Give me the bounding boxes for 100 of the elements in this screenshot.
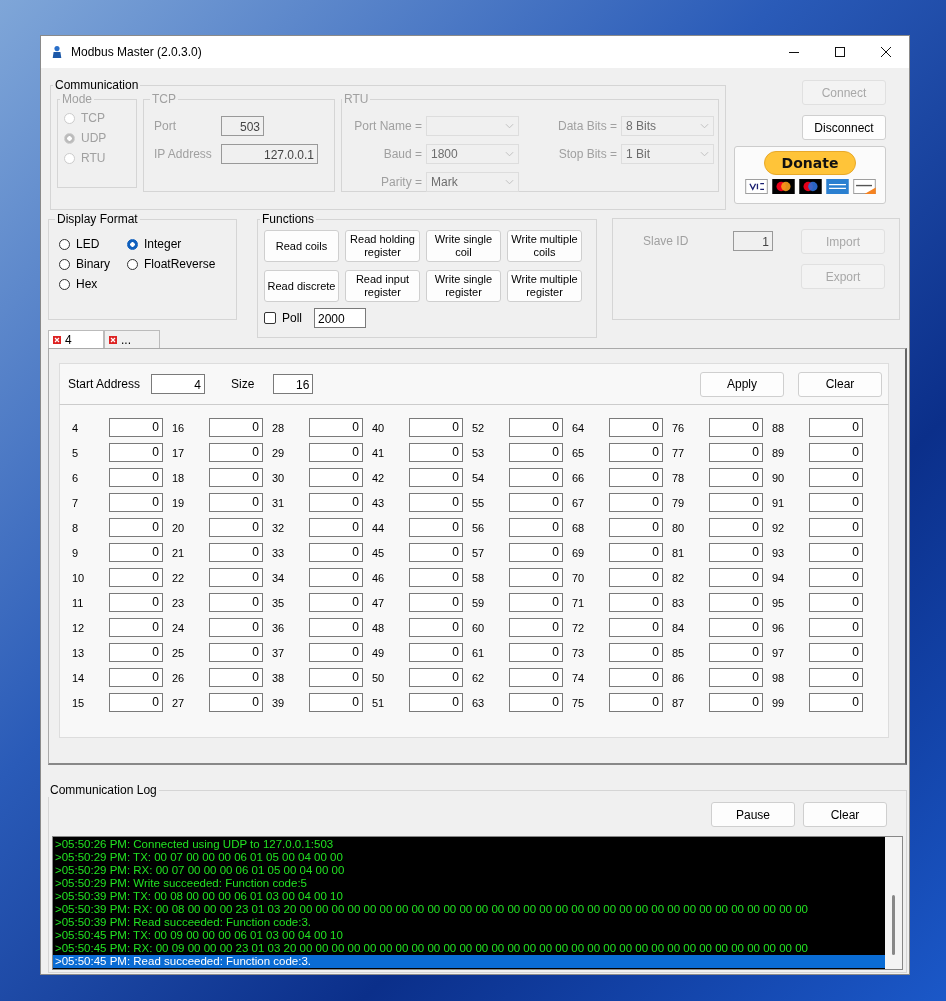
function-button[interactable]: Write multiple coils <box>507 230 582 262</box>
radio-button[interactable]: Integer <box>127 234 226 254</box>
tab[interactable]: ... <box>104 330 160 348</box>
register-value-field[interactable]: 0 <box>709 543 763 562</box>
register-value-field[interactable]: 0 <box>509 643 563 662</box>
log-entry[interactable]: >05:50:45 PM: Read succeeded: Function code:3. <box>53 955 885 968</box>
register-value-field[interactable]: 0 <box>609 418 663 437</box>
register-value-field[interactable]: 0 <box>809 618 863 637</box>
register-value-field[interactable]: 0 <box>409 543 463 562</box>
register-value-field[interactable]: 0 <box>309 668 363 687</box>
log-button[interactable]: Pause <box>711 802 795 827</box>
register-value-field[interactable]: 0 <box>509 618 563 637</box>
register-value-field[interactable]: 0 <box>109 693 163 712</box>
register-value-field[interactable]: 0 <box>609 693 663 712</box>
register-value-field[interactable]: 0 <box>209 518 263 537</box>
register-value-field[interactable]: 0 <box>409 668 463 687</box>
register-value-field[interactable]: 0 <box>409 468 463 487</box>
radio-button[interactable]: Binary <box>59 254 127 274</box>
register-value-field[interactable]: 0 <box>409 518 463 537</box>
register-value-field[interactable]: 0 <box>309 418 363 437</box>
register-value-field[interactable]: 0 <box>809 468 863 487</box>
register-value-field[interactable]: 0 <box>509 468 563 487</box>
register-value-field[interactable]: 0 <box>709 593 763 612</box>
function-button[interactable]: Read input register <box>345 270 420 302</box>
register-value-field[interactable]: 0 <box>209 693 263 712</box>
register-value-field[interactable]: 0 <box>409 618 463 637</box>
register-value-field[interactable]: 0 <box>209 643 263 662</box>
function-button[interactable]: Write multiple register <box>507 270 582 302</box>
tab[interactable]: 4 <box>48 330 104 348</box>
register-value-field[interactable]: 0 <box>809 693 863 712</box>
register-value-field[interactable]: 0 <box>809 568 863 587</box>
register-value-field[interactable]: 0 <box>509 443 563 462</box>
function-button[interactable]: Write single coil <box>426 230 501 262</box>
register-value-field[interactable]: 0 <box>709 668 763 687</box>
register-value-field[interactable]: 0 <box>609 668 663 687</box>
register-value-field[interactable]: 0 <box>609 643 663 662</box>
register-value-field[interactable]: 0 <box>309 568 363 587</box>
log-entry[interactable]: >05:50:29 PM: Write succeeded: Function code:5 <box>53 877 885 890</box>
function-button[interactable]: Write single register <box>426 270 501 302</box>
checkbox[interactable] <box>264 312 276 324</box>
log-entry[interactable]: >05:50:45 PM: RX: 00 09 00 00 00 23 01 03 20 00 00 00 00 00 00 00 00 00 00 00 00 00 00 00 00 00 00 00 00 00 00 00 00 00 00 00 00 00 00 00 00 <box>53 942 885 955</box>
scrollbar[interactable] <box>885 837 902 969</box>
register-value-field[interactable]: 0 <box>809 593 863 612</box>
register-value-field[interactable]: 0 <box>109 568 163 587</box>
register-value-field[interactable]: 0 <box>709 568 763 587</box>
radio-button[interactable]: LED <box>59 234 127 254</box>
register-value-field[interactable]: 0 <box>109 443 163 462</box>
register-value-field[interactable]: 0 <box>309 643 363 662</box>
log-entry[interactable]: >05:50:26 PM: Connected using UDP to 127.0.0.1:503 <box>53 838 885 851</box>
register-value-field[interactable]: 0 <box>509 543 563 562</box>
register-value-field[interactable]: 0 <box>309 593 363 612</box>
register-value-field[interactable]: 0 <box>109 493 163 512</box>
register-value-field[interactable]: 0 <box>209 418 263 437</box>
radio-circle[interactable] <box>59 278 70 290</box>
register-value-field[interactable]: 0 <box>209 593 263 612</box>
radio-button[interactable]: Hex <box>59 274 127 294</box>
register-value-field[interactable]: 0 <box>309 618 363 637</box>
register-value-field[interactable]: 0 <box>609 618 663 637</box>
input-field[interactable]: 16 <box>273 374 314 394</box>
function-button[interactable]: Read holding register <box>345 230 420 262</box>
register-value-field[interactable]: 0 <box>609 568 663 587</box>
log-entry[interactable]: >05:50:45 PM: TX: 00 09 00 00 00 06 01 03 00 04 00 10 <box>53 929 885 942</box>
register-value-field[interactable]: 0 <box>509 418 563 437</box>
register-value-field[interactable]: 0 <box>509 668 563 687</box>
register-value-field[interactable]: 0 <box>109 543 163 562</box>
connection-button[interactable]: Disconnect <box>802 115 886 140</box>
register-value-field[interactable]: 0 <box>709 643 763 662</box>
register-value-field[interactable]: 0 <box>309 493 363 512</box>
register-value-field[interactable]: 0 <box>209 543 263 562</box>
register-value-field[interactable]: 0 <box>809 543 863 562</box>
register-value-field[interactable]: 0 <box>509 593 563 612</box>
input-field[interactable]: 4 <box>151 374 206 394</box>
register-value-field[interactable]: 0 <box>509 493 563 512</box>
toolbar-button[interactable]: Clear <box>798 371 882 397</box>
scrollbar-thumb[interactable] <box>892 895 895 955</box>
log-entry[interactable]: >05:50:39 PM: Read succeeded: Function code:3. <box>53 916 885 929</box>
log-entry[interactable]: >05:50:29 PM: TX: 00 07 00 00 00 06 01 05 00 04 00 00 <box>53 851 885 864</box>
radio-circle[interactable] <box>59 258 70 270</box>
register-value-field[interactable]: 0 <box>709 443 763 462</box>
radio-circle[interactable] <box>127 258 138 270</box>
register-value-field[interactable]: 0 <box>209 618 263 637</box>
register-value-field[interactable]: 0 <box>409 568 463 587</box>
register-value-field[interactable]: 0 <box>109 593 163 612</box>
input-field[interactable]: 2000 <box>314 308 366 328</box>
log-entry[interactable]: >05:50:39 PM: RX: 00 08 00 00 00 23 01 03 20 00 00 00 00 00 00 00 00 00 00 00 00 00 00 00 00 00 00 00 00 00 00 00 00 00 00 00 00 00 00 00 00 <box>53 903 885 916</box>
register-value-field[interactable]: 0 <box>609 443 663 462</box>
register-value-field[interactable]: 0 <box>809 643 863 662</box>
register-value-field[interactable]: 0 <box>709 468 763 487</box>
register-value-field[interactable]: 0 <box>209 568 263 587</box>
register-value-field[interactable]: 0 <box>209 668 263 687</box>
register-value-field[interactable]: 0 <box>609 543 663 562</box>
register-value-field[interactable]: 0 <box>209 443 263 462</box>
register-value-field[interactable]: 0 <box>109 418 163 437</box>
log-entry[interactable]: >05:50:39 PM: TX: 00 08 00 00 00 06 01 03 00 04 00 10 <box>53 890 885 903</box>
register-value-field[interactable]: 0 <box>609 593 663 612</box>
register-value-field[interactable]: 0 <box>709 493 763 512</box>
radio-circle[interactable] <box>127 238 138 250</box>
register-value-field[interactable]: 0 <box>509 693 563 712</box>
register-value-field[interactable]: 0 <box>209 468 263 487</box>
register-value-field[interactable]: 0 <box>309 468 363 487</box>
